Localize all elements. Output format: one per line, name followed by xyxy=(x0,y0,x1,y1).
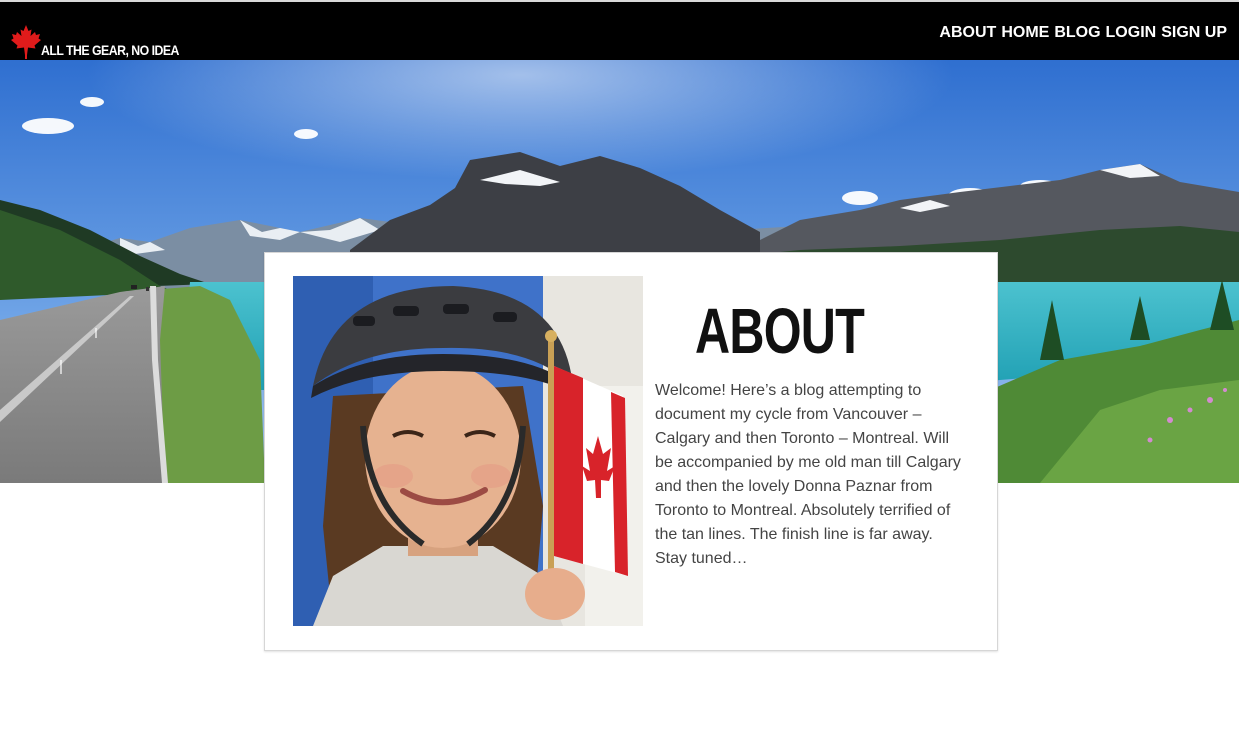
site-logo[interactable]: ALL THE GEAR, NO IDEA xyxy=(10,22,198,60)
about-description: Welcome! Here’s a blog attempting to doc… xyxy=(655,382,961,567)
nav-link-login[interactable]: LOGIN xyxy=(1106,24,1157,42)
profile-photo xyxy=(293,276,643,626)
nav-link-sign-up[interactable]: SIGN UP xyxy=(1161,24,1227,42)
maple-leaf-icon xyxy=(11,25,41,59)
nav-link-about[interactable]: ABOUT xyxy=(939,24,996,42)
nav-link-home[interactable]: HOME xyxy=(1001,24,1049,42)
top-navbar: ALL THE GEAR, NO IDEA ABOUT HOME BLOG LO… xyxy=(0,0,1239,60)
nav-link-blog[interactable]: BLOG xyxy=(1054,24,1100,42)
main-nav: ABOUT HOME BLOG LOGIN SIGN UP xyxy=(939,24,1227,42)
about-card: ABOUT Welcome! Here’s a blog attempting … xyxy=(264,252,998,651)
about-heading: ABOUT xyxy=(695,295,865,367)
site-logo-text: ALL THE GEAR, NO IDEA xyxy=(41,42,179,58)
